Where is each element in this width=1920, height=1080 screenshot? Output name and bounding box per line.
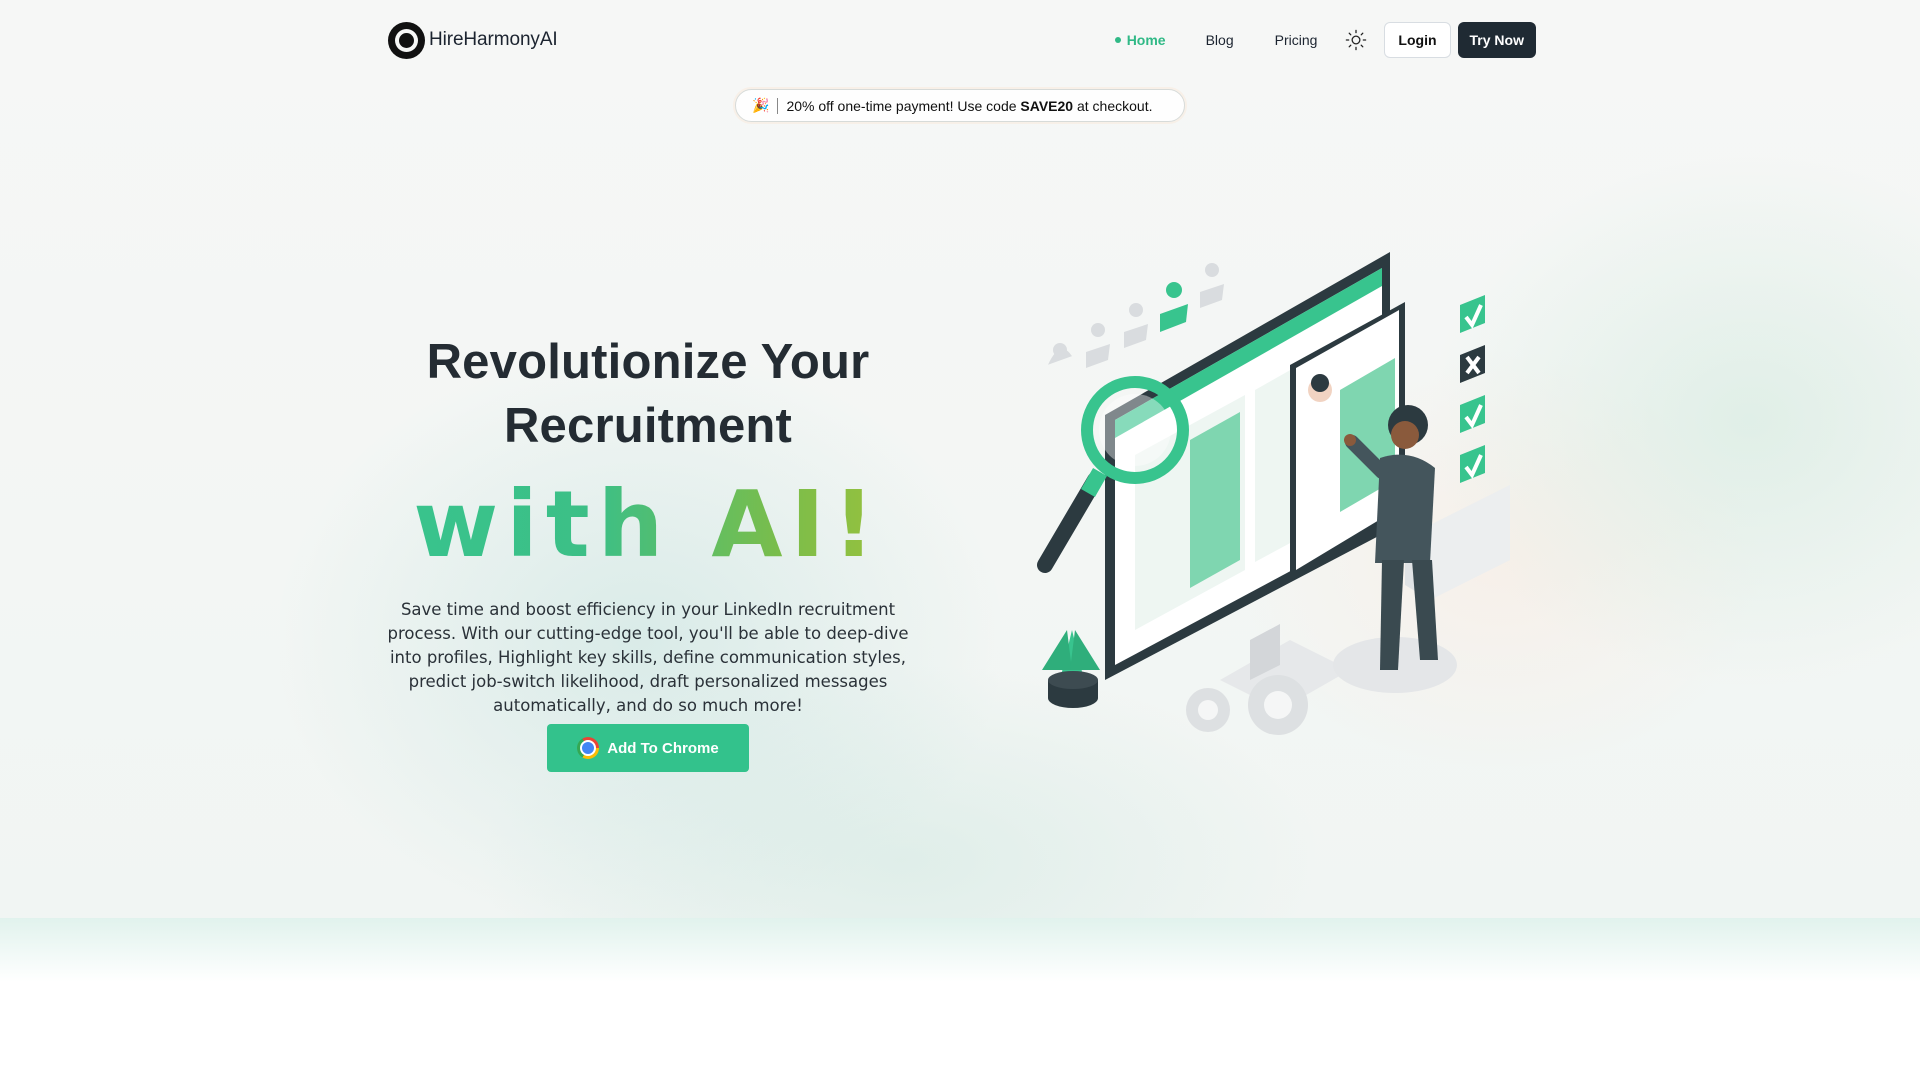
promo-text: 20% off one-time payment! Use code SAVE2… — [786, 98, 1152, 114]
promo-text-before: 20% off one-time payment! Use code — [786, 97, 1021, 114]
selected-candidate-icon — [1160, 282, 1188, 332]
login-button[interactable]: Login — [1384, 22, 1451, 58]
candidate-icons — [1048, 263, 1224, 368]
brand[interactable]: HireHarmonyAI — [388, 21, 558, 59]
add-to-chrome-button[interactable]: Add To Chrome — [547, 724, 749, 772]
sun-icon — [1346, 29, 1367, 51]
theme-toggle-button[interactable] — [1345, 29, 1367, 51]
hero-title-line2: Recruitment — [503, 399, 793, 453]
chrome-icon — [577, 737, 600, 759]
page-background — [0, 0, 1920, 918]
hero-description: Save time and boost efficiency in your L… — [387, 600, 909, 715]
brand-logo-icon — [388, 21, 425, 59]
party-popper-icon: 🎉 — [752, 97, 770, 113]
hero-title: Revolutionize Your Recruitment — [380, 330, 916, 458]
promo-code: SAVE20 — [1020, 97, 1074, 114]
promo-text-after: at checkout. — [1073, 97, 1153, 114]
hero-section: Revolutionize Your Recruitment with AI! … — [380, 330, 916, 718]
plant-icon — [1042, 630, 1100, 708]
navbar: HireHarmonyAI Home Blog Pricing Login Tr… — [388, 18, 1536, 62]
page-bottom-fade — [0, 918, 1920, 982]
nav-home-label: Home — [1126, 32, 1166, 48]
hero-highlight: with AI! — [380, 476, 916, 574]
nav-menu: Home Blog Pricing Login Try Now — [1114, 22, 1536, 58]
brand-name: HireHarmonyAI — [429, 29, 558, 50]
nav-blog-link[interactable]: Blog — [1206, 32, 1234, 48]
recruitment-illustration — [1037, 252, 1510, 735]
add-to-chrome-label: Add To Chrome — [607, 739, 719, 757]
nav-pricing-link[interactable]: Pricing — [1275, 32, 1318, 48]
checklist — [1460, 295, 1485, 483]
promo-divider — [777, 97, 779, 114]
try-now-button[interactable]: Try Now — [1457, 22, 1536, 58]
active-dot-icon — [1114, 37, 1121, 43]
hero-title-line1: Revolutionize Your — [426, 335, 870, 389]
promo-banner[interactable]: 🎉 20% off one-time payment! Use code SAV… — [735, 89, 1185, 122]
nav-home-link[interactable]: Home — [1114, 32, 1166, 48]
